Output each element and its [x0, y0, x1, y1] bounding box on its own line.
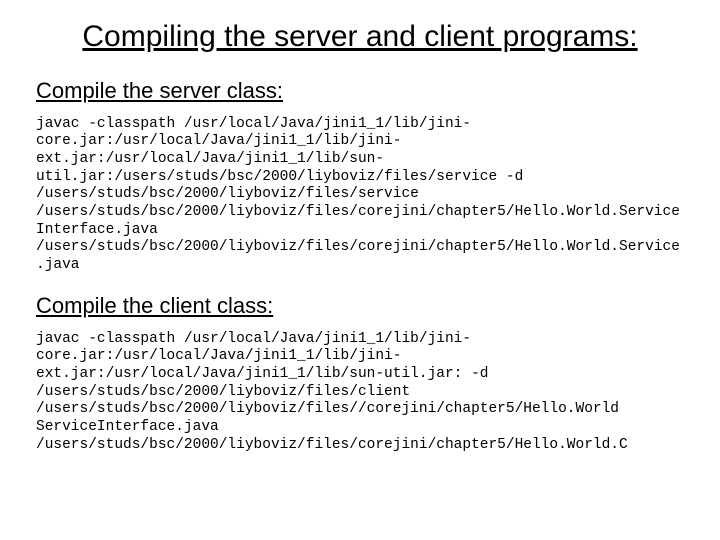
server-compile-command: javac -classpath /usr/local/Java/jini1_1…	[36, 116, 684, 275]
page-title: Compiling the server and client programs…	[36, 18, 684, 56]
client-section-heading: Compile the client class:	[36, 293, 684, 319]
server-section-heading: Compile the server class:	[36, 78, 684, 104]
client-compile-command: javac -classpath /usr/local/Java/jini1_1…	[36, 331, 684, 455]
document-page: Compiling the server and client programs…	[0, 0, 720, 455]
